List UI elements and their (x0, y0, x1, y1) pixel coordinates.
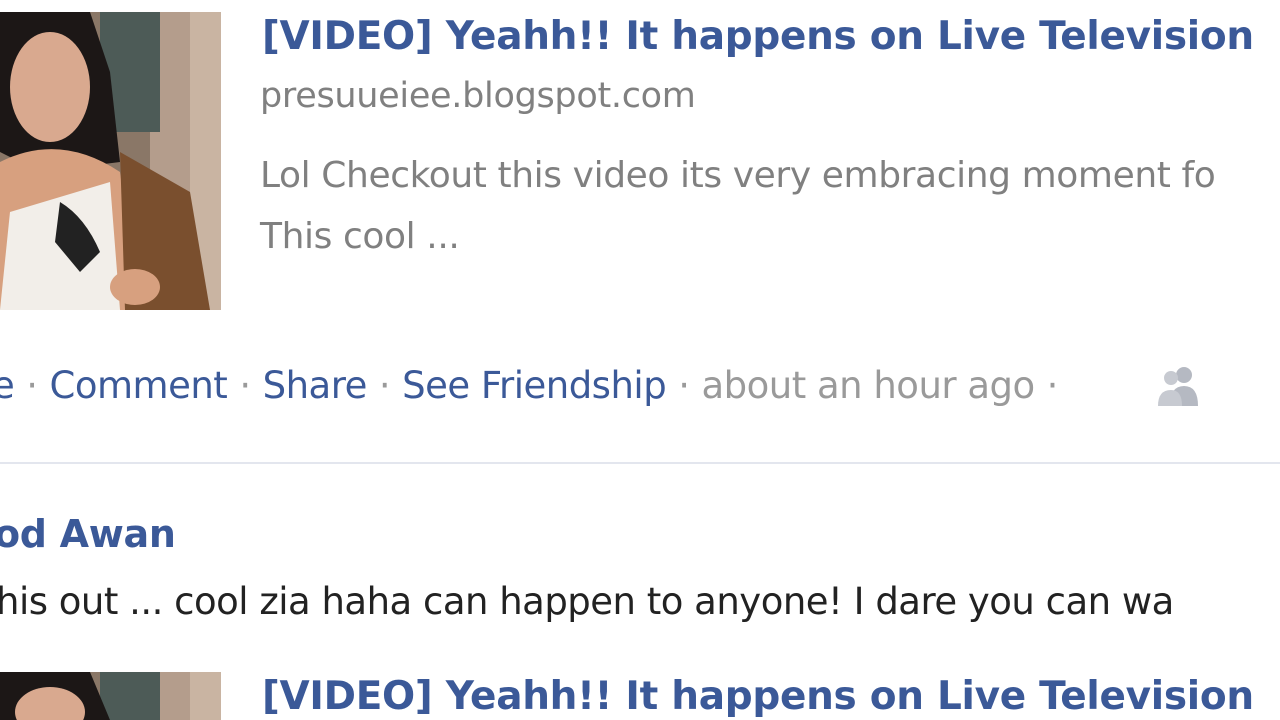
post-timestamp[interactable]: about an hour ago (701, 364, 1035, 407)
friends-icon[interactable] (1156, 364, 1202, 408)
video-thumbnail-image (0, 12, 221, 310)
post-author-name[interactable]: od Awan (0, 512, 176, 556)
comment-link[interactable]: Comment (50, 364, 228, 407)
link-title[interactable]: [VIDEO] Yeahh!! It happens on Live Telev… (262, 674, 1254, 719)
link-domain: presuueiee.blogspot.com (260, 76, 696, 116)
link-title[interactable]: [VIDEO] Yeahh!! It happens on Live Telev… (262, 14, 1254, 59)
post-message: his out ... cool zia haha can happen to … (0, 580, 1174, 623)
link-description-line-1: Lol Checkout this video its very embraci… (260, 155, 1216, 196)
like-link[interactable]: e (0, 364, 15, 407)
post-divider (0, 462, 1280, 464)
share-link[interactable]: Share (263, 364, 368, 407)
video-thumbnail-image (0, 672, 221, 720)
separator: · (678, 364, 690, 407)
link-thumbnail[interactable] (0, 12, 221, 310)
link-description-line-2: This cool ... (260, 216, 460, 257)
separator: · (26, 364, 38, 407)
see-friendship-link[interactable]: See Friendship (402, 364, 667, 407)
separator: · (239, 364, 251, 407)
post-action-bar: e · Comment · Share · See Friendship · about an … (0, 364, 1070, 407)
separator: · (378, 364, 391, 407)
link-thumbnail[interactable] (0, 672, 221, 720)
separator: · (1046, 364, 1059, 407)
